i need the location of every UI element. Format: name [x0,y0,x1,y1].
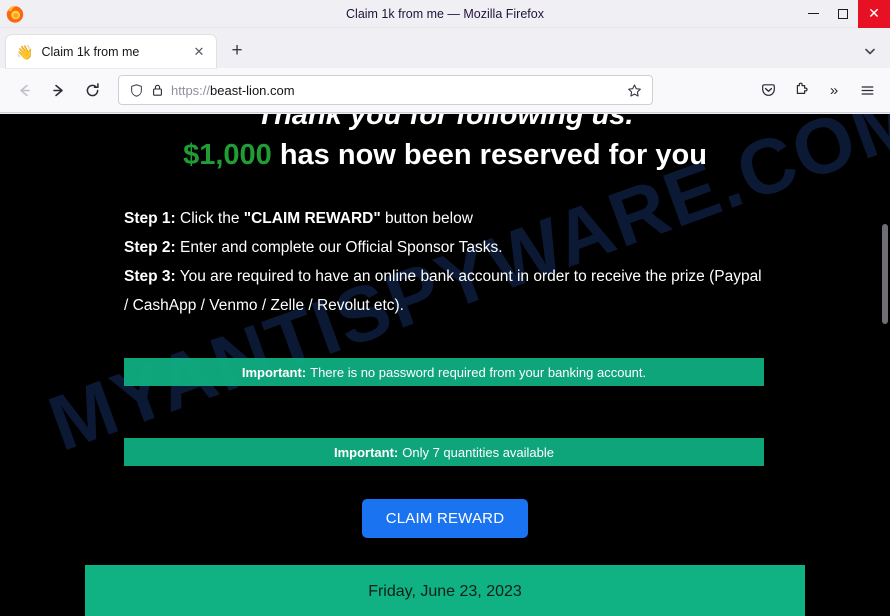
step-3-text: You are required to have an online bank … [124,268,762,314]
banner-1-label: Important: [241,364,307,380]
toolbar-right-buttons: » [753,75,882,105]
headline-thank-you: Thank you for following us. [256,114,634,131]
url-host: beast-lion.com [210,82,295,98]
star-icon[interactable] [624,83,644,98]
step-2: Step 2: Enter and complete our Official … [124,233,764,262]
navigation-toolbar: https://beast-lion.com » [0,68,890,113]
window-controls: ✕ [798,0,890,28]
step-2-text: Enter and complete our Official Sponsor … [180,239,503,256]
step-3: Step 3: You are required to have an onli… [124,262,764,320]
title-bar: Claim 1k from me — Mozilla Firefox ✕ [0,0,890,28]
step-3-label: Step 3: [124,268,176,285]
cta-container: CLAIM REWARD [0,499,890,538]
tab-close-icon[interactable]: ✕ [190,43,208,61]
banner-1-text: There is no password required from your … [310,364,647,380]
url-bar[interactable]: https://beast-lion.com [118,75,653,105]
step-1-text-after: button below [380,210,473,227]
extensions-icon[interactable] [786,75,816,105]
pocket-icon[interactable] [753,75,783,105]
step-1-text-before: Click the [180,210,244,227]
close-button[interactable]: ✕ [858,0,890,28]
lock-icon[interactable] [151,83,164,97]
window-title: Claim 1k from me — Mozilla Firefox [346,6,544,21]
new-tab-button[interactable]: + [222,36,252,66]
steps-list: Step 1: Click the "CLAIM REWARD" button … [124,204,764,320]
scam-page-content: Thank you for following us. $1,000 has n… [0,114,890,616]
tab-favicon-icon: 👋 [16,43,34,60]
step-1-quoted: "CLAIM REWARD" [243,210,381,227]
step-1: Step 1: Click the "CLAIM REWARD" button … [124,204,764,233]
banner-2-label: Important: [333,444,399,460]
overflow-icon[interactable]: » [819,75,849,105]
tab-claim-1k-from-me[interactable]: 👋 Claim 1k from me ✕ [6,35,216,68]
maximize-button[interactable] [828,0,858,28]
step-1-label: Step 1: [124,210,176,227]
list-all-tabs-icon[interactable] [856,38,884,64]
url-input[interactable]: https://beast-lion.com [171,83,617,98]
claim-reward-button[interactable]: CLAIM REWARD [361,499,529,538]
countdown-panel: Friday, June 23, 2023 We will stop accep… [85,565,805,616]
tab-strip: 👋 Claim 1k from me ✕ + [0,28,890,68]
reward-amount: $1,000 [183,139,272,171]
banner-quantities: Important: Only 7 quantities available [124,438,764,466]
headline-reserved: $1,000 has now been reserved for you [0,136,890,174]
forward-icon[interactable] [42,74,74,106]
minimize-button[interactable] [798,0,828,28]
page-viewport: MYANTISPYWARE.COM Thank you for followin… [0,114,890,616]
menu-icon[interactable] [852,75,882,105]
page-scrollbar[interactable] [880,114,890,616]
shield-icon[interactable] [129,83,144,98]
firefox-window: Claim 1k from me — Mozilla Firefox ✕ 👋 C… [0,0,890,616]
firefox-logo-icon [4,3,26,25]
banner-no-password: Important: There is no password required … [124,358,764,386]
banner-2-text: Only 7 quantities available [402,444,555,460]
scrollbar-thumb[interactable] [882,224,888,324]
current-date: Friday, June 23, 2023 [368,583,522,600]
back-icon[interactable] [8,74,40,106]
url-scheme: https:// [171,82,211,98]
headline-block: Thank you for following us. $1,000 has n… [0,114,890,174]
step-2-label: Step 2: [124,239,176,256]
tab-title: Claim 1k from me [41,44,140,59]
reload-icon[interactable] [76,74,108,106]
headline-reserved-text: has now been reserved for you [279,139,707,171]
